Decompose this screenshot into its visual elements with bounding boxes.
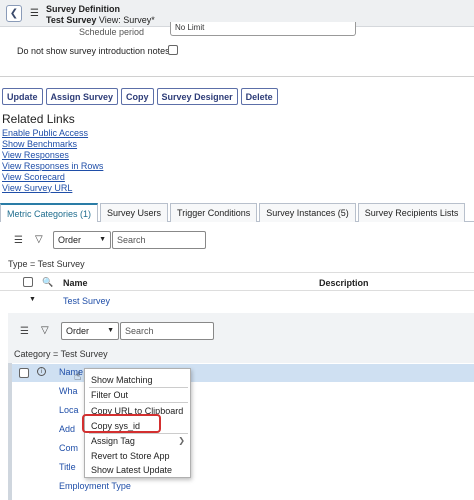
delete-button[interactable]: Delete (240, 88, 278, 105)
schedule-period-select[interactable]: No Limit (170, 22, 356, 36)
list-item[interactable]: Com (59, 443, 78, 453)
list-item[interactable]: Add (59, 424, 75, 434)
highlight-box (82, 414, 161, 433)
order-select-value: Order (58, 235, 82, 245)
survey-designer-button[interactable]: Survey Designer (156, 88, 238, 105)
nested-list-toolbar: ☰ ▽ Order ▼ Search (8, 321, 474, 343)
chevron-left-icon: ❮ (9, 8, 19, 19)
back-button[interactable]: ❮ (6, 5, 22, 22)
related-links-title: Related Links (2, 112, 75, 126)
ctx-filter-out[interactable]: Filter Out (91, 390, 128, 400)
filter-icon[interactable]: ▽ (35, 234, 43, 245)
record-name: Test Survey (46, 15, 97, 25)
caret-down-icon: ▼ (107, 327, 114, 334)
tab-trigger-conditions[interactable]: Trigger Conditions (170, 203, 258, 222)
nested-filter-icon[interactable]: ▽ (41, 325, 49, 336)
list-menu-icon[interactable]: ☰ (14, 235, 23, 246)
tab-survey-instances[interactable]: Survey Instances (5) (259, 203, 356, 222)
column-name[interactable]: Name (63, 278, 88, 288)
form-divider (0, 76, 474, 77)
chevron-right-icon: ❯ (178, 436, 185, 445)
list-filter-breadcrumb: Type = Test Survey (8, 259, 85, 269)
nested-search-input[interactable]: Search (120, 322, 214, 340)
tab-metric-categories[interactable]: Metric Categories (1) (0, 203, 99, 222)
ctx-divider (89, 387, 188, 388)
intro-notes-label: Do not show survey introduction notes (17, 46, 170, 56)
info-icon[interactable]: i (37, 367, 46, 376)
view-name: View: Survey* (98, 15, 155, 25)
test-survey-link[interactable]: Test Survey (63, 296, 110, 306)
list-item[interactable]: Employment Type (59, 481, 131, 491)
enable-public-access-link[interactable]: Enable Public Access (2, 128, 103, 139)
tab-survey-users[interactable]: Survey Users (100, 203, 169, 222)
ctx-show-matching[interactable]: Show Matching (91, 375, 153, 385)
order-select[interactable]: Order ▼ (53, 231, 111, 249)
view-responses-link[interactable]: View Responses (2, 150, 103, 161)
update-button[interactable]: Update (2, 88, 43, 105)
expand-caret-icon[interactable]: ▼ (29, 296, 36, 303)
list-item[interactable]: Wha (59, 386, 78, 396)
search-icon[interactable]: 🔍 (42, 277, 53, 288)
list-toolbar: ☰ ▽ Order ▼ Search (0, 230, 474, 252)
select-all-checkbox[interactable] (23, 277, 33, 287)
schedule-period-label: Schedule period (78, 27, 144, 37)
assign-survey-button[interactable]: Assign Survey (45, 88, 119, 105)
ctx-divider (89, 433, 188, 434)
ctx-show-latest-update[interactable]: Show Latest Update (91, 465, 172, 475)
list-search-input[interactable]: Search (112, 231, 206, 249)
column-description[interactable]: Description (319, 278, 369, 288)
show-benchmarks-link[interactable]: Show Benchmarks (2, 139, 103, 150)
row-checkbox[interactable] (19, 368, 29, 378)
view-survey-url-link[interactable]: View Survey URL (2, 183, 103, 194)
view-responses-rows-link[interactable]: View Responses in Rows (2, 161, 103, 172)
ctx-divider (89, 402, 188, 403)
nested-order-value: Order (66, 326, 90, 336)
nested-list-menu-icon[interactable]: ☰ (20, 326, 29, 337)
form-menu-icon[interactable]: ☰ (30, 8, 39, 19)
nested-filter-breadcrumb: Category = Test Survey (14, 349, 108, 359)
form-subtitle: Test Survey View: Survey* (46, 15, 155, 25)
nested-order-select[interactable]: Order ▼ (61, 322, 119, 340)
related-links-list: Enable Public Access Show Benchmarks Vie… (2, 128, 103, 193)
list-item[interactable]: Loca (59, 405, 79, 415)
copy-button[interactable]: Copy (121, 88, 154, 105)
form-title: Survey Definition (46, 4, 121, 14)
related-list-tabs: Metric Categories (1) Survey Users Trigg… (0, 203, 474, 222)
list-column-header: 🔍 Name Description (0, 272, 474, 291)
tab-survey-recipients-lists[interactable]: Survey Recipients Lists (357, 203, 466, 222)
intro-notes-checkbox[interactable] (168, 45, 178, 55)
form-buttons: Update Assign Survey Copy Survey Designe… (2, 88, 278, 105)
list-item[interactable]: Title (59, 462, 76, 472)
view-scorecard-link[interactable]: View Scorecard (2, 172, 103, 183)
table-row: ▼ Test Survey (0, 292, 474, 310)
ctx-revert-store-app[interactable]: Revert to Store App (91, 451, 170, 461)
hand-cursor-icon: ☝ (74, 369, 82, 383)
caret-down-icon: ▼ (99, 236, 106, 243)
ctx-assign-tag[interactable]: Assign Tag (91, 436, 135, 446)
